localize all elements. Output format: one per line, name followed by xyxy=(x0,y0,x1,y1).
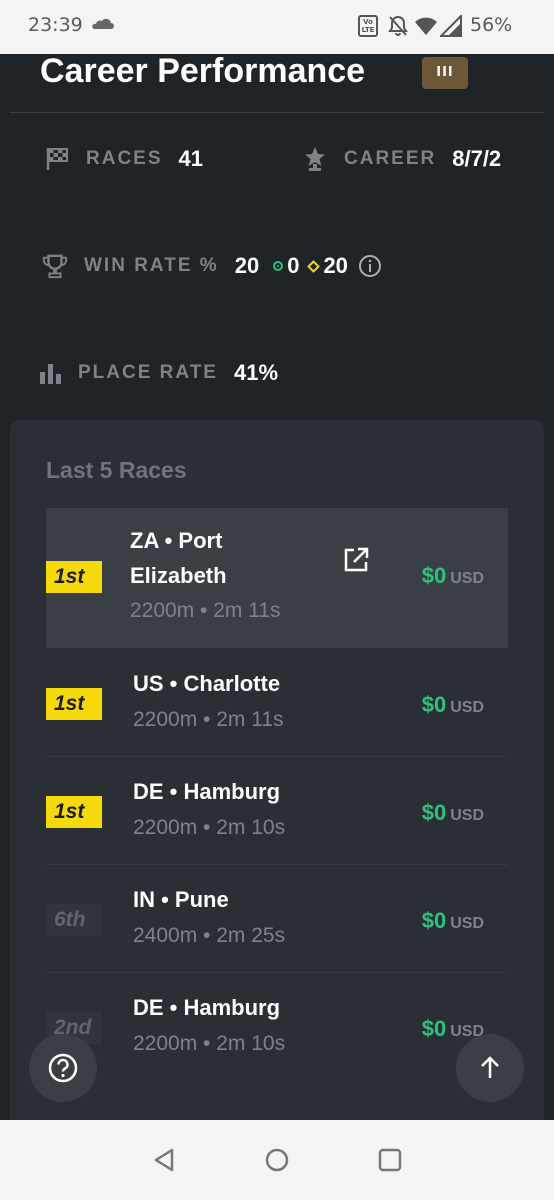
external-link-icon[interactable] xyxy=(342,546,370,574)
last-races-title: Last 5 Races xyxy=(46,457,187,483)
stat-win-rate: WIN RATE % 20 0 20 xyxy=(42,251,382,281)
race-row[interactable]: 1st ZA • Port Elizabeth 2200m • 2m 11s $… xyxy=(46,508,508,648)
trophy-icon xyxy=(42,254,68,279)
race-row[interactable]: 1st US • Charlotte 2200m • 2m 11s $0 USD xyxy=(46,648,508,756)
race-prize: $0 USD xyxy=(422,908,484,934)
status-bar: 23:39 Vo LTE 56% xyxy=(0,0,554,54)
prize-amount: $0 xyxy=(421,800,447,825)
wifi-icon xyxy=(415,17,437,35)
place-rate-label: PLACE RATE xyxy=(78,362,218,383)
prize-currency: USD xyxy=(450,915,484,932)
place-rate-value: 41% xyxy=(233,360,279,385)
grade-badge: III xyxy=(422,57,468,89)
race-meta: 2200m • 2m 10s xyxy=(133,816,286,839)
prize-currency: USD xyxy=(450,699,484,716)
race-prize: $0 USD xyxy=(422,800,484,826)
position-badge: 6th xyxy=(46,904,102,936)
prize-currency: USD xyxy=(450,570,484,587)
prize-amount: $0 xyxy=(421,1016,447,1041)
career-value: 8/7/2 xyxy=(452,146,502,171)
win-rate-yellow-value: 20 xyxy=(323,253,348,278)
race-prize: $0 USD xyxy=(422,692,484,718)
help-button[interactable] xyxy=(29,1034,97,1102)
position-badge: 1st xyxy=(46,688,102,720)
prize-currency: USD xyxy=(450,807,484,824)
last-races-card: Last 5 Races 1st ZA • Port Elizabeth 220… xyxy=(10,420,544,1120)
arrow-up-icon xyxy=(481,1056,499,1078)
stat-career: CAREER 8/7/2 xyxy=(302,144,501,174)
win-rate-breakdown: 0 20 xyxy=(273,253,382,279)
races-value: 41 xyxy=(178,146,203,171)
race-location: DE • Hamburg xyxy=(133,779,281,804)
win-rate-label: WIN RATE % xyxy=(84,255,219,276)
race-row[interactable]: 1st DE • Hamburg 2200m • 2m 10s $0 USD xyxy=(46,757,508,865)
race-meta: 2200m • 2m 11s xyxy=(130,599,281,622)
back-icon[interactable] xyxy=(150,1146,178,1174)
star-trophy-icon xyxy=(305,147,325,171)
prize-amount: $0 xyxy=(421,563,447,588)
app-content[interactable]: Career Performance III RACES 41 CAREER 8… xyxy=(0,54,554,1120)
race-meta: 2200m • 2m 10s xyxy=(133,1032,286,1055)
position-badge: 1st xyxy=(46,561,102,593)
page-title: Career Performance xyxy=(40,54,366,90)
position-badge: 1st xyxy=(46,796,102,828)
battery-level: 56% xyxy=(470,14,513,36)
stat-place-rate: PLACE RATE 41% xyxy=(40,358,278,388)
prize-amount: $0 xyxy=(421,692,447,717)
recents-icon[interactable] xyxy=(376,1146,404,1174)
signal-icon xyxy=(440,15,462,37)
bell-off-icon xyxy=(388,15,408,36)
race-location: IN • Pune xyxy=(133,887,229,912)
race-meta: 2400m • 2m 25s xyxy=(133,924,286,947)
prize-amount: $0 xyxy=(421,908,447,933)
volte-icon: Vo LTE xyxy=(358,15,378,37)
race-meta: 2200m • 2m 11s xyxy=(133,708,284,731)
cloud-icon xyxy=(92,18,114,29)
stat-races: RACES 41 xyxy=(44,144,203,174)
race-location-cont: Elizabeth xyxy=(130,563,227,588)
races-label: RACES xyxy=(86,148,163,169)
info-icon[interactable] xyxy=(358,254,382,278)
career-label: CAREER xyxy=(344,148,437,169)
status-time: 23:39 xyxy=(28,14,83,36)
race-location: US • Charlotte xyxy=(133,671,281,696)
home-icon[interactable] xyxy=(263,1146,291,1174)
checkered-flag-icon xyxy=(46,148,68,170)
divider xyxy=(10,112,544,113)
green-target-icon xyxy=(273,261,284,271)
race-location: DE • Hamburg xyxy=(133,995,281,1020)
win-rate-value: 20 xyxy=(234,253,260,278)
race-row[interactable]: 2nd DE • Hamburg 2200m • 2m 10s $0 USD xyxy=(46,973,508,1081)
scroll-top-button[interactable] xyxy=(456,1034,524,1102)
win-rate-green-value: 0 xyxy=(287,253,300,278)
help-circle-icon xyxy=(48,1053,78,1083)
yellow-diamond-icon xyxy=(307,259,321,273)
bar-chart-icon xyxy=(40,364,61,384)
race-row[interactable]: 6th IN • Pune 2400m • 2m 25s $0 USD xyxy=(46,865,508,972)
navigation-bar xyxy=(0,1120,554,1200)
race-location: ZA • Port xyxy=(130,528,223,553)
race-prize: $0 USD xyxy=(422,563,484,589)
